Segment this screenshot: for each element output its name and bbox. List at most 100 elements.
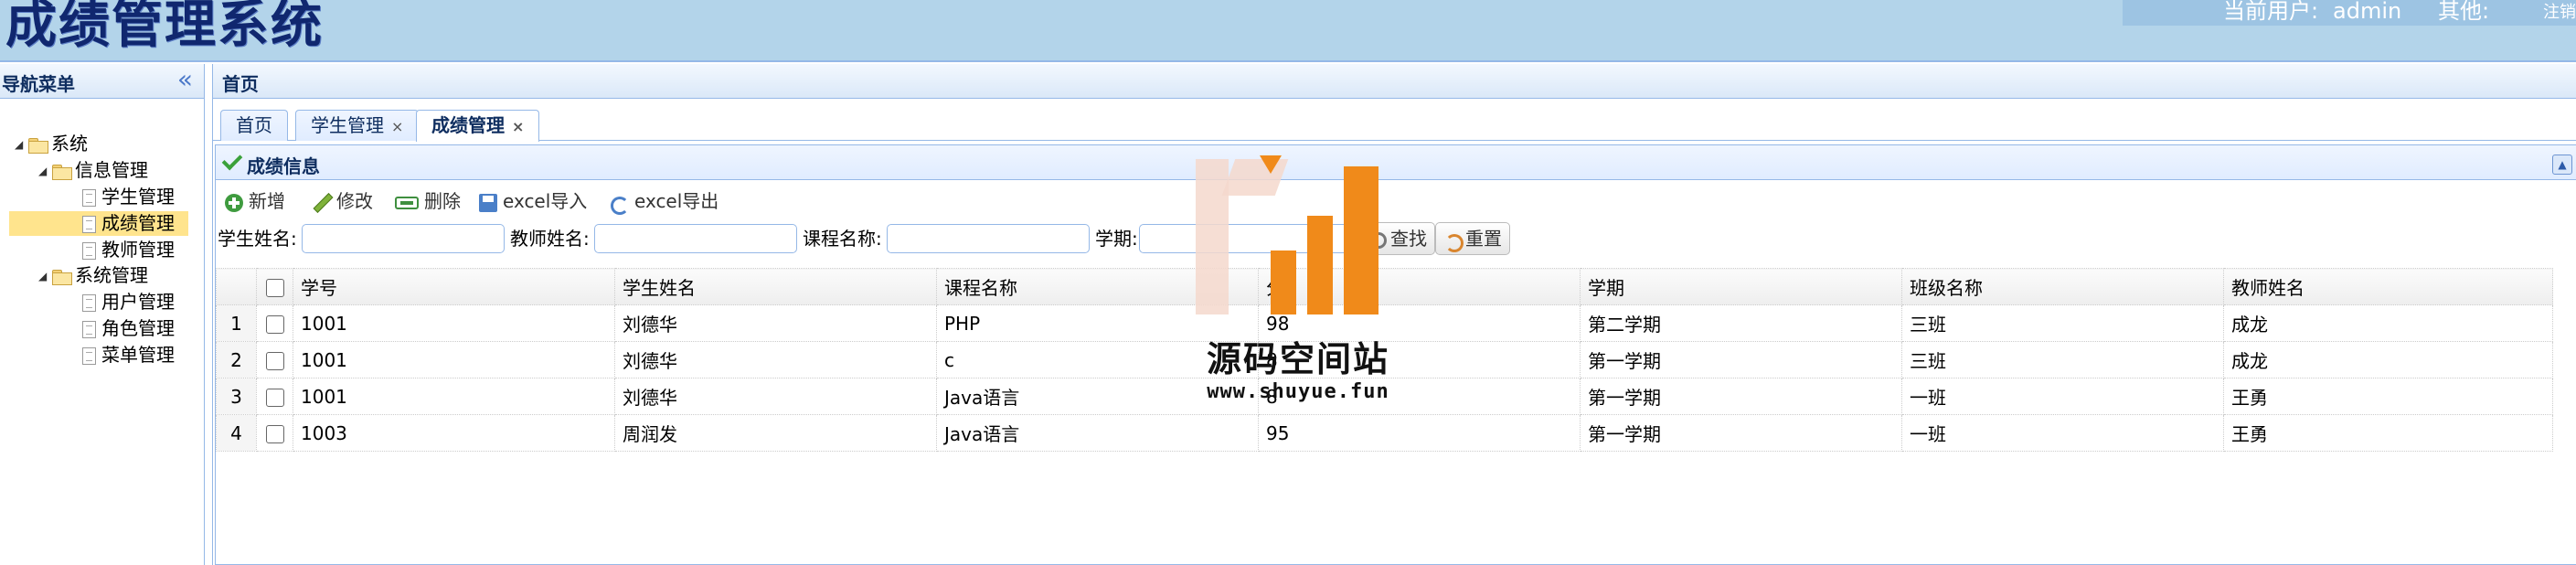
table-cell: 刘德华 bbox=[614, 341, 937, 378]
column-header[interactable]: 学期 bbox=[1580, 268, 1902, 305]
expand-arrow-icon[interactable]: ◢ bbox=[15, 133, 27, 157]
tree-node-info-manage[interactable]: ◢ 信息管理 bbox=[38, 158, 148, 183]
tree-node-label: 学生管理 bbox=[101, 186, 175, 208]
table-row[interactable]: 1 1001 刘德华 PHP 98 第二学期 三班 成龙 bbox=[216, 304, 2553, 342]
main-header: 首页 bbox=[213, 64, 2576, 99]
table-cell: 刘德华 bbox=[614, 304, 937, 342]
close-icon[interactable]: × bbox=[512, 118, 524, 135]
delete-button[interactable]: 删除 bbox=[395, 189, 461, 213]
table-row[interactable]: 4 1003 周润发 Java语言 95 第一学期 一班 王勇 bbox=[216, 414, 2553, 452]
checkbox[interactable] bbox=[265, 352, 284, 370]
tree-node-user-manage[interactable]: 用户管理 bbox=[82, 290, 175, 314]
table-cell: 刘德华 bbox=[614, 378, 937, 415]
current-user-name: admin bbox=[2333, 0, 2402, 24]
reset-button[interactable]: 重置 bbox=[1435, 222, 1510, 255]
tree-node-system[interactable]: ◢ 系统 bbox=[15, 132, 88, 156]
table-row[interactable]: 2 1001 刘德华 c 8 第一学期 三班 成龙 bbox=[216, 341, 2553, 378]
column-header[interactable]: 班级名称 bbox=[1901, 268, 2224, 305]
checkbox[interactable] bbox=[265, 389, 284, 407]
table-cell: 1001 bbox=[293, 304, 615, 342]
tree-node-student-manage[interactable]: 学生管理 bbox=[82, 185, 175, 209]
add-button[interactable]: 新增 bbox=[225, 189, 285, 213]
toolbar: 新增 修改 删除 excel导入 excel导出 bbox=[216, 182, 2576, 217]
pencil-icon bbox=[313, 194, 331, 212]
search-button[interactable]: 查找 bbox=[1364, 222, 1435, 255]
close-icon[interactable]: × bbox=[391, 118, 403, 135]
expand-arrow-icon[interactable]: ◢ bbox=[38, 264, 51, 289]
table-cell: 第一学期 bbox=[1580, 378, 1902, 415]
panel-header: 成绩信息 ▲ bbox=[216, 145, 2576, 180]
tree-node-label: 成绩管理 bbox=[101, 212, 175, 234]
folder-icon bbox=[27, 137, 49, 154]
double-chevron-left-icon[interactable]: « bbox=[177, 66, 193, 93]
teacher-name-input[interactable] bbox=[594, 224, 797, 253]
other-label: 其他: bbox=[2438, 0, 2490, 24]
column-header[interactable]: 课程名称 bbox=[936, 268, 1259, 305]
tab-label: 学生管理 bbox=[311, 114, 384, 136]
table-cell: 1003 bbox=[293, 414, 615, 452]
table-cell: 成龙 bbox=[2223, 341, 2553, 378]
logout-link[interactable]: 注销 bbox=[2543, 2, 2576, 24]
row-checkbox-cell[interactable] bbox=[256, 304, 293, 342]
column-header[interactable]: 分 bbox=[1258, 268, 1581, 305]
checkbox[interactable] bbox=[265, 279, 284, 297]
checkbox[interactable] bbox=[265, 425, 284, 443]
table-cell: 1001 bbox=[293, 378, 615, 415]
row-checkbox-cell[interactable] bbox=[256, 378, 293, 415]
tree-node-label: 信息管理 bbox=[75, 159, 148, 181]
row-number-header bbox=[216, 268, 257, 305]
collapse-panel-icon[interactable]: ▲ bbox=[2552, 155, 2572, 175]
tree-node-label: 用户管理 bbox=[101, 291, 175, 313]
checkmark-icon bbox=[221, 149, 243, 171]
column-header[interactable]: 教师姓名 bbox=[2223, 268, 2553, 305]
edit-button[interactable]: 修改 bbox=[313, 189, 373, 213]
reset-label: 重置 bbox=[1465, 228, 1502, 250]
search-icon bbox=[1370, 231, 1387, 249]
table-cell: 1001 bbox=[293, 341, 615, 378]
tab-score-manage[interactable]: 成绩管理 × bbox=[416, 110, 540, 142]
edit-label: 修改 bbox=[336, 190, 373, 212]
row-number: 1 bbox=[216, 304, 257, 342]
student-name-input[interactable] bbox=[302, 224, 505, 253]
table-cell: 8 bbox=[1258, 378, 1581, 415]
tree-node-menu-manage[interactable]: 菜单管理 bbox=[82, 343, 175, 368]
folder-icon bbox=[51, 269, 73, 285]
table-row[interactable]: 3 1001 刘德华 Java语言 8 第一学期 一班 王勇 bbox=[216, 378, 2553, 415]
tab-label: 成绩管理 bbox=[431, 114, 505, 136]
excel-export-button[interactable]: excel导出 bbox=[609, 189, 719, 215]
course-name-input[interactable] bbox=[887, 224, 1090, 253]
score-grid: 学号 学生姓名 课程名称 分 学期 班级名称 教师姓名 1 1001 刘德华 P… bbox=[216, 268, 2576, 452]
tree-node-role-manage[interactable]: 角色管理 bbox=[82, 316, 175, 341]
main-title: 首页 bbox=[222, 73, 259, 95]
column-header[interactable]: 学号 bbox=[293, 268, 615, 305]
search-label: 查找 bbox=[1390, 228, 1427, 250]
table-cell: 一班 bbox=[1901, 378, 2224, 415]
nav-title: 导航菜单 bbox=[2, 73, 75, 95]
tab-student-manage[interactable]: 学生管理 × bbox=[295, 110, 420, 141]
add-icon bbox=[225, 193, 243, 212]
select-all-checkbox[interactable] bbox=[256, 268, 293, 305]
user-bar: 当前用户: admin 其他: 注销 bbox=[2123, 0, 2576, 26]
column-header[interactable]: 学生姓名 bbox=[614, 268, 937, 305]
term-input[interactable] bbox=[1139, 224, 1358, 253]
tab-home[interactable]: 首页 bbox=[220, 110, 288, 141]
checkbox[interactable] bbox=[265, 315, 284, 334]
table-cell: 第一学期 bbox=[1580, 414, 1902, 452]
tree-node-teacher-manage[interactable]: 教师管理 bbox=[82, 238, 175, 262]
tree-node-score-manage[interactable]: 成绩管理 bbox=[9, 211, 188, 236]
table-cell: c bbox=[936, 341, 1259, 378]
app-window: 成绩管理系统 当前用户: admin 其他: 注销 导航菜单 « ◢ 系统 ◢ 信息… bbox=[0, 0, 2576, 565]
tree-node-system-manage[interactable]: ◢ 系统管理 bbox=[38, 263, 148, 288]
row-checkbox-cell[interactable] bbox=[256, 414, 293, 452]
row-checkbox-cell[interactable] bbox=[256, 341, 293, 378]
tree-node-label: 系统管理 bbox=[75, 264, 148, 286]
file-icon bbox=[82, 321, 96, 338]
excel-import-button[interactable]: excel导入 bbox=[479, 189, 587, 213]
file-icon bbox=[82, 242, 96, 260]
table-cell: 第二学期 bbox=[1580, 304, 1902, 342]
expand-arrow-icon[interactable]: ◢ bbox=[38, 159, 51, 184]
table-cell: 成龙 bbox=[2223, 304, 2553, 342]
add-label: 新增 bbox=[249, 190, 285, 212]
tab-bar: 首页 学生管理 × 成绩管理 × bbox=[213, 101, 2576, 142]
tree-node-label: 角色管理 bbox=[101, 317, 175, 339]
